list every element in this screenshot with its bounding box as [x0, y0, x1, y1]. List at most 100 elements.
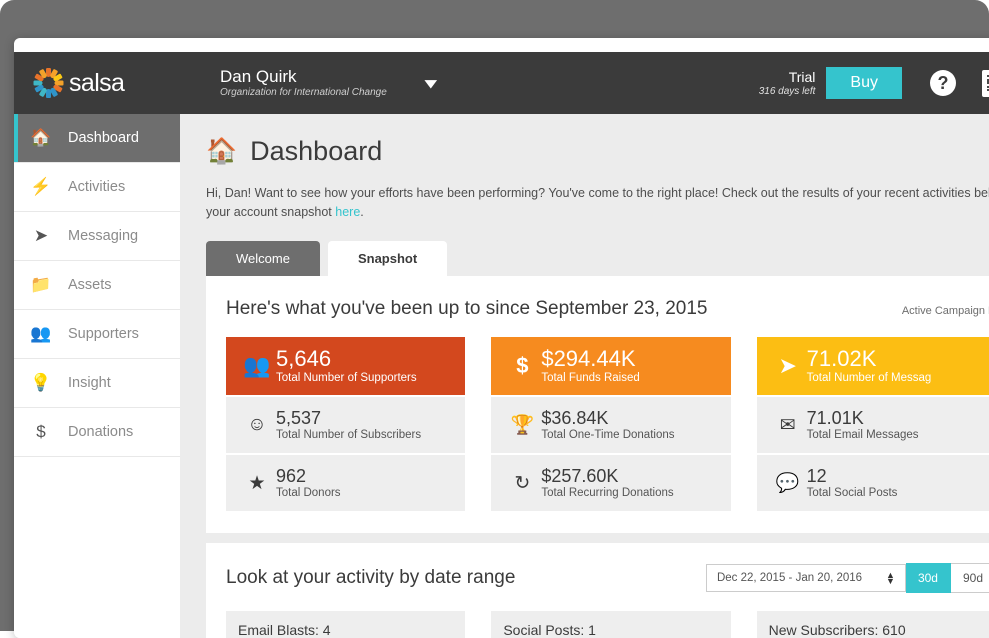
- stat-value: 12: [806, 466, 827, 486]
- trophy-icon: 🏆: [510, 415, 535, 436]
- people-icon: 👥: [243, 353, 271, 378]
- brand-logo-text: salsa: [69, 68, 125, 97]
- stat-row[interactable]: ☺ 5,537 Total Number of Subscribers: [226, 395, 466, 453]
- paper-plane-icon: ➤: [33, 226, 49, 245]
- stat-row[interactable]: ★ 962 Total Donors: [226, 453, 466, 511]
- stat-row[interactable]: ↻ $257.60K Total Recurring Donations: [491, 453, 731, 511]
- folder-icon: 📁: [30, 275, 52, 294]
- page-title: 🏠 Dashboard: [206, 136, 989, 167]
- stat-label: Total One-Time Donations: [541, 429, 675, 441]
- snapshot-panel-header: Here's what you've been up to since Sept…: [206, 298, 989, 320]
- app-body: 🏠 Dashboard ⚡ Activities ➤ Messaging 📁 A…: [14, 114, 989, 638]
- stepper-arrows-icon[interactable]: ▲ ▼: [886, 571, 895, 586]
- activity-mini-cards: Email Blasts: 4 Social Posts: 1 New Subs…: [226, 611, 989, 638]
- sidebar-item-dashboard[interactable]: 🏠 Dashboard: [14, 114, 191, 163]
- stat-label: Total Donors: [276, 487, 341, 499]
- stat-row[interactable]: ✉ 71.01K Total Email Messages: [756, 395, 989, 453]
- trial-days-left: 316 days left: [758, 85, 816, 97]
- people-icon: 👥: [30, 324, 52, 343]
- sidebar-item-label: Messaging: [68, 228, 139, 244]
- paper-plane-icon: ➤: [778, 353, 797, 378]
- stat-cards: 👥 5,646 Total Number of Supporters ☺ 5,5…: [206, 320, 989, 533]
- activity-mini-card[interactable]: Email Blasts: 4: [226, 611, 466, 638]
- dollar-icon: $: [516, 353, 529, 378]
- tab-welcome[interactable]: Welcome: [206, 241, 320, 276]
- activity-panel: Look at your activity by date range Dec …: [206, 543, 989, 638]
- stat-label: Total Funds Raised: [541, 372, 640, 384]
- sidebar-item-donations[interactable]: $ Donations: [14, 408, 180, 457]
- activity-heading: Look at your activity by date range: [226, 567, 516, 588]
- sidebar-item-supporters[interactable]: 👥 Supporters: [14, 310, 180, 359]
- app-window: salsa Dan Quirk Organization for Interna…: [14, 38, 989, 638]
- brand-logo[interactable]: salsa: [14, 68, 194, 98]
- question-mark-icon[interactable]: ?: [930, 70, 956, 96]
- stat-row[interactable]: 🏆 $36.84K Total One-Time Donations: [491, 395, 731, 453]
- stat-value: 71.02K: [806, 346, 877, 371]
- stat-card-messages: ➤ 71.02K Total Number of Messag ✉ 71.01K…: [756, 337, 989, 511]
- chat-bubbles-icon: 💬: [775, 473, 800, 494]
- activity-mini-label: Social Posts: 1: [503, 622, 596, 638]
- intro-line-1: Hi, Dan! Want to see how your efforts ha…: [206, 186, 989, 200]
- sidebar-item-label: Supporters: [68, 326, 139, 342]
- stat-card-header[interactable]: $ $294.44K Total Funds Raised: [491, 337, 731, 395]
- stat-value: 962: [276, 466, 307, 486]
- stat-card-header[interactable]: 👥 5,646 Total Number of Supporters: [226, 337, 466, 395]
- dollar-icon: $: [36, 422, 46, 441]
- sidebar-item-messaging[interactable]: ➤ Messaging: [14, 212, 180, 261]
- smiley-icon: ☺: [247, 414, 267, 435]
- trial-status: Trial 316 days left: [759, 69, 816, 98]
- org-switcher[interactable]: Dan Quirk Organization for International…: [220, 67, 436, 99]
- stat-card-header[interactable]: ➤ 71.02K Total Number of Messag: [756, 337, 989, 395]
- stat-row[interactable]: 💬 12 Total Social Posts: [756, 453, 989, 511]
- active-campaign-label: Active Campaign N: [901, 305, 989, 317]
- activity-mini-label: Email Blasts: 4: [238, 622, 331, 638]
- activity-mini-card[interactable]: New Subscribers: 610: [756, 611, 989, 638]
- sidebar-item-label: Donations: [68, 424, 134, 440]
- stat-card-supporters: 👥 5,646 Total Number of Supporters ☺ 5,5…: [226, 337, 466, 511]
- tab-bar: Welcome Snapshot: [206, 241, 989, 276]
- account-snapshot-link[interactable]: here: [335, 205, 360, 219]
- trial-label: Trial: [788, 68, 816, 85]
- stat-label: Total Email Messages: [806, 429, 919, 441]
- intro-line-3: .: [360, 205, 364, 219]
- activity-mini-card[interactable]: Social Posts: 1: [491, 611, 731, 638]
- stat-label: Total Number of Supporters: [276, 372, 417, 384]
- star-icon: ★: [248, 472, 266, 494]
- activity-mini-label: New Subscribers: 610: [768, 622, 906, 638]
- stat-value: $257.60K: [541, 466, 619, 486]
- sidebar-item-label: Insight: [68, 375, 111, 391]
- sidebar-item-insight[interactable]: 💡 Insight: [14, 359, 180, 408]
- sidebar: 🏠 Dashboard ⚡ Activities ➤ Messaging 📁 A…: [14, 114, 191, 638]
- stat-label: Total Social Posts: [806, 487, 898, 499]
- activity-panel-header: Look at your activity by date range Dec …: [226, 563, 989, 593]
- date-range-value: Dec 22, 2015 - Jan 20, 2016: [716, 572, 863, 584]
- org-name: Dan Quirk: [220, 67, 297, 86]
- page-header: 🏠 Dashboard: [180, 114, 989, 167]
- intro-text: Hi, Dan! Want to see how your efforts ha…: [206, 184, 989, 222]
- main-content: 🏠 Dashboard Hi, Dan! Want to see how you…: [180, 114, 989, 638]
- range-button-30d[interactable]: 30d: [905, 563, 951, 593]
- stat-value: $36.84K: [541, 408, 609, 428]
- tab-snapshot[interactable]: Snapshot: [327, 241, 448, 276]
- date-range-controls: Dec 22, 2015 - Jan 20, 2016 ▲ ▼ 30d 90d: [705, 563, 989, 593]
- stat-value: 5,646: [276, 346, 332, 371]
- org-subtitle: Organization for International Change: [220, 87, 387, 98]
- page-title-text: Dashboard: [250, 136, 383, 166]
- sidebar-item-activities[interactable]: ⚡ Activities: [14, 163, 180, 212]
- sidebar-item-label: Assets: [68, 277, 112, 293]
- sidebar-item-assets[interactable]: 📁 Assets: [14, 261, 180, 310]
- range-button-90d[interactable]: 90d: [950, 563, 989, 593]
- stat-value: $294.44K: [541, 346, 636, 371]
- top-bar: salsa Dan Quirk Organization for Interna…: [14, 52, 989, 114]
- stat-value: 5,537: [276, 408, 322, 428]
- lightbulb-icon: 💡: [30, 373, 52, 392]
- stat-label: Total Number of Subscribers: [276, 429, 422, 441]
- top-bar-right: Trial 316 days left Buy ?: [759, 67, 989, 99]
- buy-button[interactable]: Buy: [826, 67, 902, 99]
- stat-label: Total Recurring Donations: [541, 487, 674, 499]
- date-range-select[interactable]: Dec 22, 2015 - Jan 20, 2016 ▲ ▼: [705, 564, 906, 592]
- snapshot-heading: Here's what you've been up to since Sept…: [226, 298, 708, 319]
- report-document-icon[interactable]: [982, 69, 989, 97]
- stat-card-funds: $ $294.44K Total Funds Raised 🏆 $36.84K …: [491, 337, 731, 511]
- chevron-down-icon[interactable]: ▾: [425, 74, 436, 92]
